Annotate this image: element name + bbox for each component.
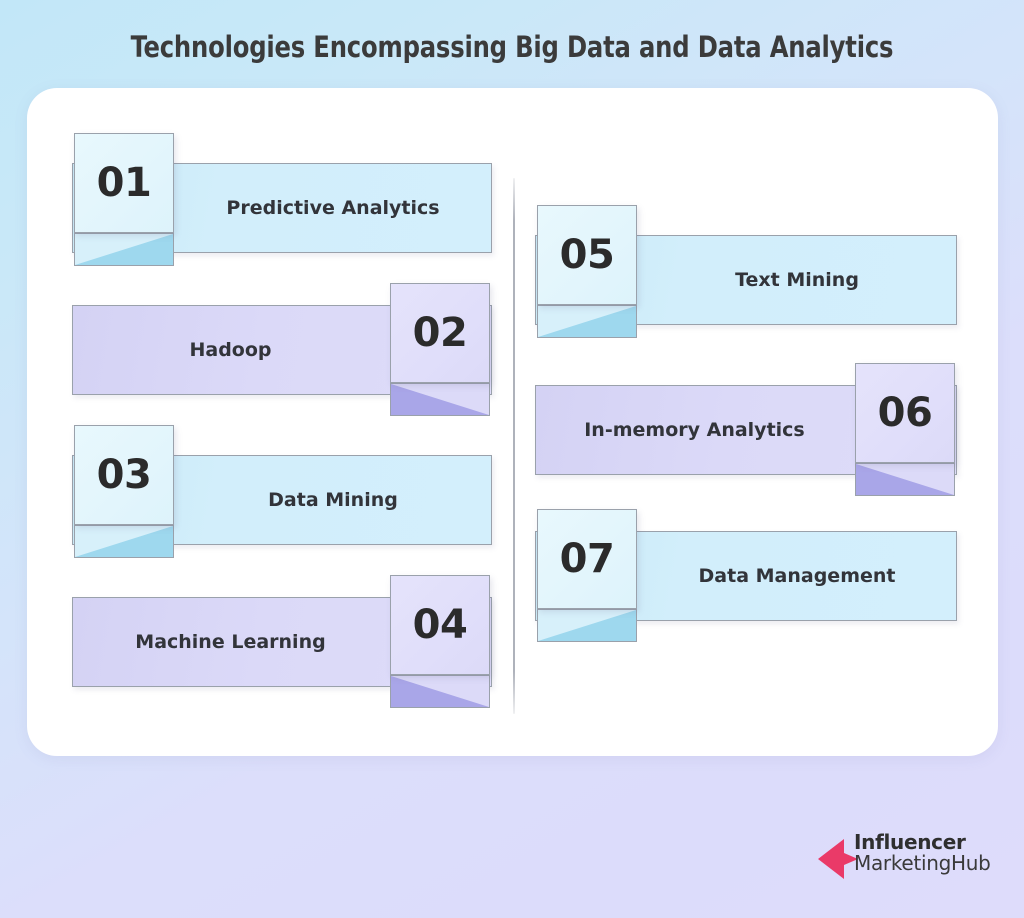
item-number-badge: 03 — [74, 425, 174, 525]
column-divider — [513, 178, 515, 714]
item-label: Machine Learning — [135, 631, 326, 653]
item-number-badge: 02 — [390, 283, 490, 383]
item-fold-corner — [537, 305, 637, 338]
item-fold-corner — [74, 233, 174, 266]
logo-line-influencer: Influencer — [854, 830, 966, 854]
logo-marketing: Marketing — [854, 850, 951, 875]
brand-logo: Influencer MarketingHub — [818, 832, 1000, 884]
logo-hub: Hub — [950, 850, 991, 875]
item-label: Data Mining — [268, 489, 398, 511]
item-label: In-memory Analytics — [584, 419, 805, 441]
item-label: Data Management — [698, 565, 896, 587]
item-fold-corner — [537, 609, 637, 642]
item-number-badge: 04 — [390, 575, 490, 675]
item-fold-corner — [390, 675, 490, 708]
item-fold-corner — [390, 383, 490, 416]
item-fold-corner — [74, 525, 174, 558]
item-number-badge: 05 — [537, 205, 637, 305]
logo-line-marketinghub: MarketingHub — [854, 850, 991, 875]
logo-wordmark: Influencer MarketingHub — [854, 832, 991, 873]
item-number-badge: 07 — [537, 509, 637, 609]
item-label: Text Mining — [735, 269, 859, 291]
item-label: Hadoop — [189, 339, 272, 361]
item-label: Predictive Analytics — [226, 197, 440, 219]
item-number-badge: 01 — [74, 133, 174, 233]
page-title: Technologies Encompassing Big Data and D… — [130, 30, 894, 64]
item-number-badge: 06 — [855, 363, 955, 463]
item-fold-corner — [855, 463, 955, 496]
